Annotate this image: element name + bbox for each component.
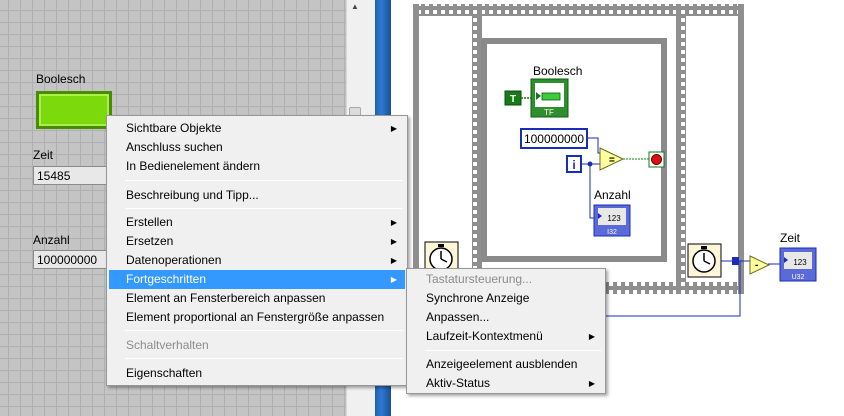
time-terminal[interactable]: 123 U32 bbox=[779, 247, 817, 282]
boolean-label: Boolesch bbox=[36, 72, 86, 86]
menu-separator bbox=[125, 180, 403, 181]
menu-item-label: Aktiv-Status bbox=[426, 376, 491, 390]
menu-item-ersetzen[interactable]: Ersetzen ▶ bbox=[109, 232, 405, 251]
submenu-arrow-icon: ▶ bbox=[390, 218, 397, 227]
menu-item-sichtbare-objekte[interactable]: Sichtbare Objekte ▶ bbox=[109, 119, 405, 138]
menu-item-element-proportional-anpassen[interactable]: Element proportional an Fenstergröße anp… bbox=[109, 308, 405, 327]
menu-item-anzeigeelement-ausblenden[interactable]: Anzeigeelement ausblenden bbox=[409, 355, 603, 374]
menu-item-label: Eigenschaften bbox=[126, 366, 203, 380]
minus-icon: - bbox=[755, 260, 758, 271]
tunnel bbox=[732, 257, 739, 265]
menu-item-label: Tastatursteuerung... bbox=[426, 272, 533, 286]
advanced-submenu: Tastatursteuerung... Synchrone Anzeige A… bbox=[406, 268, 606, 394]
time-terminal-type: U32 bbox=[792, 274, 805, 281]
iteration-terminal-text: i bbox=[572, 158, 575, 172]
wire-junction bbox=[587, 161, 593, 167]
menu-item-anschluss-suchen[interactable]: Anschluss suchen bbox=[109, 138, 405, 157]
time-terminal-value: 123 bbox=[793, 258, 807, 267]
count-terminal-value: 123 bbox=[607, 214, 621, 223]
submenu-arrow-icon: ▶ bbox=[390, 275, 397, 284]
tf-tag: TF bbox=[544, 108, 554, 117]
time-label: Zeit bbox=[33, 148, 54, 162]
iteration-terminal[interactable]: i bbox=[566, 155, 582, 173]
submenu-arrow-icon: ▶ bbox=[390, 256, 397, 265]
menu-item-label: Datenoperationen bbox=[126, 253, 222, 267]
boolean-terminal-label: Boolesch bbox=[533, 64, 582, 78]
menu-item-label: Erstellen bbox=[126, 215, 173, 229]
stop-icon bbox=[651, 154, 662, 165]
submenu-arrow-icon: ▶ bbox=[588, 332, 595, 341]
scroll-up-arrow-icon[interactable]: ▲ bbox=[347, 0, 363, 14]
menu-item-schaltverhalten: Schaltverhalten bbox=[109, 336, 405, 355]
menu-item-label: Element proportional an Fenstergröße anp… bbox=[126, 310, 385, 324]
menu-item-label: Synchrone Anzeige bbox=[426, 291, 530, 305]
menu-separator bbox=[425, 350, 601, 351]
menu-item-eigenschaften[interactable]: Eigenschaften bbox=[109, 364, 405, 383]
count-indicator[interactable]: 100000000 bbox=[33, 250, 113, 269]
menu-item-in-bedienelement-aendern[interactable]: In Bedienelement ändern bbox=[109, 157, 405, 176]
context-menu: Sichtbare Objekte ▶ Anschluss suchen In … bbox=[106, 115, 408, 386]
menu-item-label: Anzeigeelement ausblenden bbox=[426, 357, 578, 371]
menu-item-element-an-fensterbereich-anpassen[interactable]: Element an Fensterbereich anpassen bbox=[109, 289, 405, 308]
true-constant[interactable]: T bbox=[504, 90, 522, 106]
menu-item-label: Laufzeit-Kontextmenü bbox=[426, 329, 543, 343]
count-terminal-label: Anzahl bbox=[594, 188, 631, 202]
menu-item-label: Schaltverhalten bbox=[126, 338, 209, 352]
time-indicator[interactable]: 15485 bbox=[33, 166, 111, 185]
submenu-arrow-icon: ▶ bbox=[588, 379, 595, 388]
menu-item-label: Anpassen... bbox=[426, 310, 490, 324]
numeric-constant-value: 100000000 bbox=[524, 132, 584, 146]
compare-node[interactable]: = bbox=[599, 147, 625, 171]
submenu-arrow-icon: ▶ bbox=[390, 237, 397, 246]
menu-item-label: Ersetzen bbox=[126, 234, 174, 248]
menu-item-synchrone-anzeige[interactable]: Synchrone Anzeige bbox=[409, 289, 603, 308]
loop-stop-terminal[interactable] bbox=[648, 151, 665, 168]
true-constant-text: T bbox=[510, 94, 516, 105]
menu-item-erstellen[interactable]: Erstellen ▶ bbox=[109, 213, 405, 232]
boolean-terminal[interactable]: TF bbox=[530, 78, 569, 118]
count-terminal[interactable]: 123 I32 bbox=[593, 204, 631, 237]
boolean-led[interactable] bbox=[36, 91, 112, 129]
menu-item-tastatursteuerung: Tastatursteuerung... bbox=[409, 270, 603, 289]
menu-separator bbox=[125, 208, 403, 209]
menu-item-label: Fortgeschritten bbox=[126, 272, 207, 286]
menu-item-label: Element an Fensterbereich anpassen bbox=[126, 291, 326, 305]
menu-item-beschreibung-und-tipp[interactable]: Beschreibung und Tipp... bbox=[109, 186, 405, 205]
time-terminal-label: Zeit bbox=[780, 231, 801, 245]
menu-item-fortgeschritten[interactable]: Fortgeschritten ▶ bbox=[109, 270, 405, 289]
menu-separator bbox=[125, 330, 403, 331]
menu-separator bbox=[125, 358, 403, 359]
menu-item-label: Anschluss suchen bbox=[126, 140, 223, 154]
menu-item-aktiv-status[interactable]: Aktiv-Status ▶ bbox=[409, 374, 603, 393]
menu-item-anpassen[interactable]: Anpassen... bbox=[409, 308, 603, 327]
menu-item-datenoperationen[interactable]: Datenoperationen ▶ bbox=[109, 251, 405, 270]
subtract-node[interactable]: - bbox=[749, 255, 771, 275]
greater-or-equal-icon: = bbox=[609, 155, 615, 166]
menu-item-laufzeit-kontextmenue[interactable]: Laufzeit-Kontextmenü ▶ bbox=[409, 327, 603, 346]
count-terminal-type: I32 bbox=[607, 229, 617, 236]
menu-item-label: Beschreibung und Tipp... bbox=[126, 188, 259, 202]
tick-count-node-right[interactable] bbox=[687, 243, 722, 278]
numeric-constant[interactable]: 100000000 bbox=[520, 128, 588, 149]
count-label: Anzahl bbox=[33, 233, 70, 247]
menu-item-label: In Bedienelement ändern bbox=[126, 159, 261, 173]
menu-item-label: Sichtbare Objekte bbox=[126, 121, 222, 135]
submenu-arrow-icon: ▶ bbox=[390, 124, 397, 133]
